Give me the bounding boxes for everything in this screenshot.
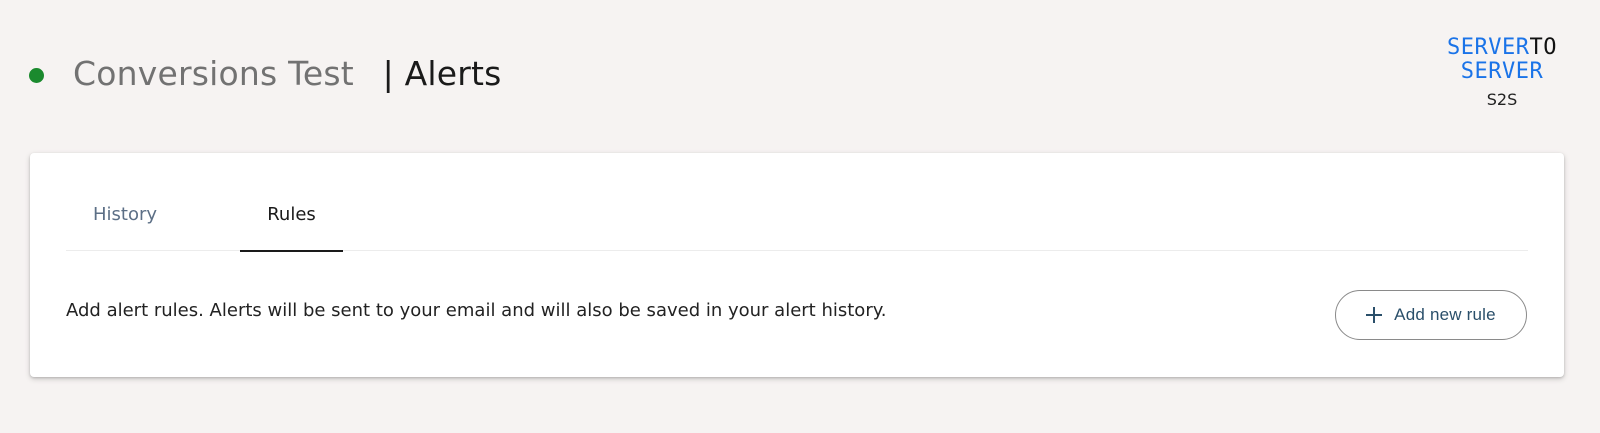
tab-rules[interactable]: Rules bbox=[240, 195, 343, 252]
alerts-card: History Rules Add alert rules. Alerts wi… bbox=[30, 153, 1564, 377]
tab-history-label: History bbox=[92, 204, 158, 225]
tab-history[interactable]: History bbox=[66, 195, 184, 251]
logo-line-2: SERVER bbox=[1460, 59, 1544, 84]
tab-bar: History Rules bbox=[66, 195, 1528, 252]
logo-to-text: TO bbox=[1529, 35, 1557, 60]
page-title: Conversions Test | Alerts bbox=[73, 52, 502, 96]
add-new-rule-button[interactable]: Add new rule bbox=[1335, 290, 1527, 340]
status-indicator-icon bbox=[29, 68, 44, 83]
logo-line-1: SERVERTO bbox=[1440, 36, 1564, 60]
logo-subtitle: S2S bbox=[1486, 90, 1518, 109]
server-to-server-logo: SERVERTO SERVER S2S bbox=[1440, 36, 1564, 110]
section-name: Alerts bbox=[404, 54, 502, 93]
tab-rules-label: Rules bbox=[267, 204, 316, 225]
plus-icon bbox=[1366, 307, 1383, 323]
active-tab-indicator bbox=[240, 250, 343, 252]
title-separator: | bbox=[382, 54, 394, 93]
rules-description: Add alert rules. Alerts will be sent to … bbox=[66, 300, 887, 321]
add-new-rule-label: Add new rule bbox=[1394, 305, 1496, 324]
project-name: Conversions Test bbox=[73, 54, 354, 93]
logo-server-text: SERVER bbox=[1447, 35, 1530, 60]
page-header: Conversions Test | Alerts SERVERTO SERVE… bbox=[0, 0, 1600, 150]
alerts-page: Conversions Test | Alerts SERVERTO SERVE… bbox=[0, 0, 1600, 433]
